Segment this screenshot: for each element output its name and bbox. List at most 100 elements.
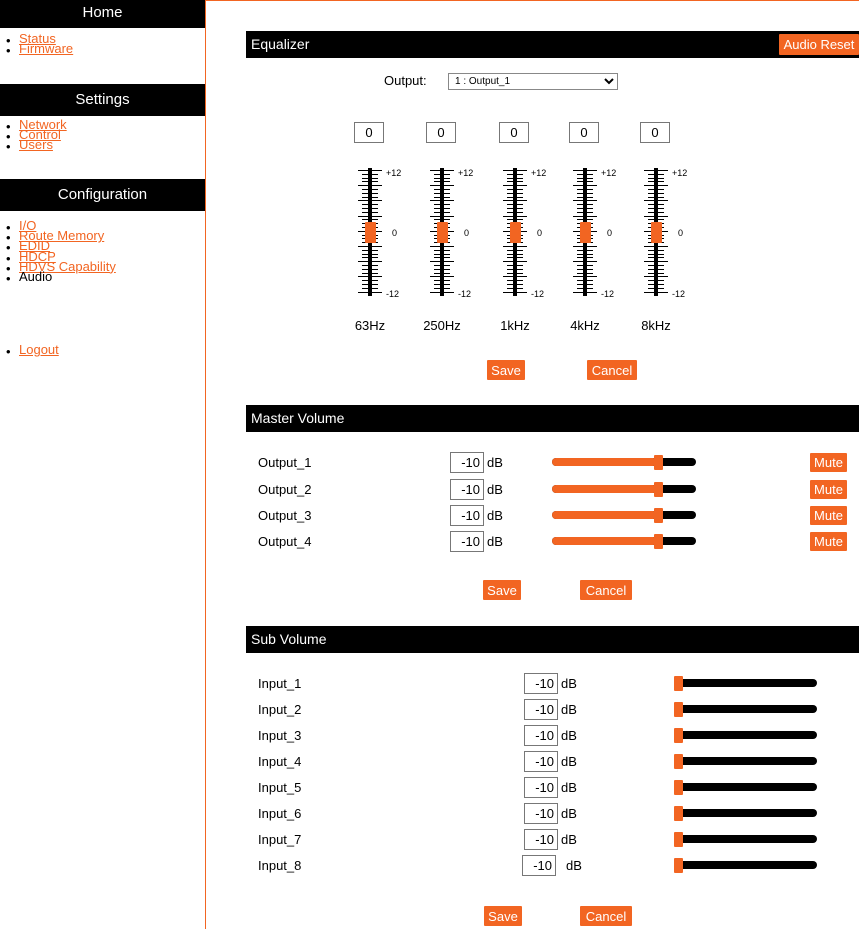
eq-scale-tick — [358, 291, 382, 293]
eq-scale-tick — [507, 280, 523, 282]
eq-scale-tick — [573, 276, 597, 278]
master-cancel-button[interactable]: Cancel — [580, 580, 632, 600]
eq-scale-tick — [648, 280, 664, 282]
sub-volume-input[interactable]: -10 — [524, 777, 558, 798]
sub-volume-slider-knob[interactable] — [674, 858, 683, 873]
eq-scale-tick — [507, 192, 523, 194]
mute-button[interactable]: Mute — [810, 453, 847, 472]
eq-scale-tick — [430, 261, 454, 263]
eq-scale-tick — [648, 253, 664, 255]
eq-save-button[interactable]: Save — [487, 360, 525, 380]
output-name-label: Output_3 — [258, 508, 312, 523]
eq-scale-tick — [573, 215, 597, 217]
sub-volume-input[interactable]: -10 — [524, 803, 558, 824]
eq-scale-tick — [362, 211, 378, 213]
eq-slider-knob-63Hz[interactable] — [365, 222, 376, 243]
nav-link-users[interactable]: Users — [19, 137, 53, 152]
sub-volume-input[interactable]: -10 — [524, 673, 558, 694]
sub-volume-slider-knob[interactable] — [674, 806, 683, 821]
eq-scale-tick — [577, 257, 593, 259]
eq-slider-knob-250Hz[interactable] — [437, 222, 448, 243]
sub-cancel-button[interactable]: Cancel — [580, 906, 632, 926]
sub-volume-input[interactable]: -10 — [524, 699, 558, 720]
sub-volume-slider-track[interactable] — [674, 731, 817, 739]
eq-value-input-4kHz[interactable]: 0 — [569, 122, 599, 143]
master-volume-input[interactable]: -10 — [450, 531, 484, 552]
mute-button[interactable]: Mute — [810, 506, 847, 525]
eq-scale-tick — [362, 268, 378, 270]
master-volume-input[interactable]: -10 — [450, 505, 484, 526]
eq-scale-tick — [430, 246, 454, 247]
eq-scale-tick — [573, 291, 597, 293]
eq-scale-tick — [507, 249, 523, 251]
sub-volume-input[interactable]: -10 — [524, 725, 558, 746]
sub-volume-slider-knob[interactable] — [674, 754, 683, 769]
eq-scale-tick — [577, 208, 593, 209]
db-unit-label: dB — [561, 780, 577, 795]
master-volume-input[interactable]: -10 — [450, 452, 484, 473]
eq-cancel-button[interactable]: Cancel — [587, 360, 637, 380]
sub-volume-slider-track[interactable] — [674, 835, 817, 843]
eq-value-input-63Hz[interactable]: 0 — [354, 122, 384, 143]
sidebar: Home • Status • Firmware Settings • Network… — [0, 0, 206, 929]
eq-scale-tick — [507, 257, 523, 259]
eq-scale-tick — [434, 268, 450, 270]
audio-reset-button[interactable]: Audio Reset — [779, 34, 859, 55]
eq-scale-tick — [362, 219, 378, 221]
eq-slider-knob-1kHz[interactable] — [510, 222, 521, 243]
master-save-button[interactable]: Save — [483, 580, 521, 600]
settings-nav: • Network • Control • Users — [0, 118, 200, 153]
eq-scale-tick — [358, 200, 382, 202]
db-unit-label: dB — [487, 534, 503, 549]
eq-value-input-1kHz[interactable]: 0 — [499, 122, 529, 143]
eq-scale-tick — [434, 265, 450, 266]
sub-volume-slider-knob[interactable] — [674, 676, 683, 691]
master-volume-slider-knob[interactable] — [653, 455, 663, 470]
output-select[interactable]: 1 : Output_1 — [448, 73, 618, 90]
master-volume-slider-knob[interactable] — [653, 534, 663, 549]
sub-volume-header: Sub Volume — [246, 626, 859, 653]
eq-scale-tick — [430, 276, 454, 278]
sub-volume-input[interactable]: -10 — [524, 751, 558, 772]
master-volume-slider-knob[interactable] — [653, 508, 663, 523]
eq-scale-tick — [362, 249, 378, 251]
eq-scale-tick — [573, 170, 597, 171]
eq-frequency-label-1kHz: 1kHz — [500, 318, 530, 333]
sub-volume-slider-track[interactable] — [674, 705, 817, 713]
sub-volume-slider-track[interactable] — [674, 861, 817, 869]
mute-button[interactable]: Mute — [810, 532, 847, 551]
sub-volume-slider-track[interactable] — [674, 757, 817, 765]
eq-scale-tick — [577, 253, 593, 255]
eq-scale-tick — [648, 181, 664, 183]
sub-save-button[interactable]: Save — [484, 906, 522, 926]
sub-volume-slider-knob[interactable] — [674, 702, 683, 717]
sub-volume-input[interactable]: -10 — [522, 855, 556, 876]
eq-scale-top-label: +12 — [458, 168, 474, 178]
eq-slider-knob-4kHz[interactable] — [580, 222, 591, 243]
sub-volume-slider-track[interactable] — [674, 783, 817, 791]
sub-volume-slider-track[interactable] — [674, 679, 817, 687]
eq-scale-tick — [358, 185, 382, 187]
mute-button[interactable]: Mute — [810, 480, 847, 499]
eq-slider-knob-8kHz[interactable] — [651, 222, 662, 243]
master-volume-input[interactable]: -10 — [450, 479, 484, 500]
nav-link-firmware[interactable]: Firmware — [19, 41, 73, 56]
eq-scale-tick — [362, 204, 378, 206]
sub-volume-slider-track[interactable] — [674, 809, 817, 817]
eq-scale-tick — [648, 272, 664, 274]
eq-scale-tick — [434, 173, 450, 175]
sub-volume-input[interactable]: -10 — [524, 829, 558, 850]
eq-scale-tick — [644, 276, 668, 278]
eq-value-input-8kHz[interactable]: 0 — [640, 122, 670, 143]
logout-link[interactable]: Logout — [19, 342, 59, 357]
master-volume-slider-knob[interactable] — [653, 482, 663, 497]
eq-scale-tick — [507, 196, 523, 198]
sub-volume-slider-knob[interactable] — [674, 728, 683, 743]
eq-scale-tick — [644, 291, 668, 293]
eq-scale-mid-label: 0 — [392, 228, 398, 238]
nav-item-audio: • Audio — [0, 269, 200, 285]
eq-value-input-250Hz[interactable]: 0 — [426, 122, 456, 143]
nav-current-audio[interactable]: Audio — [19, 269, 52, 284]
sub-volume-slider-knob[interactable] — [674, 832, 683, 847]
sub-volume-slider-knob[interactable] — [674, 780, 683, 795]
